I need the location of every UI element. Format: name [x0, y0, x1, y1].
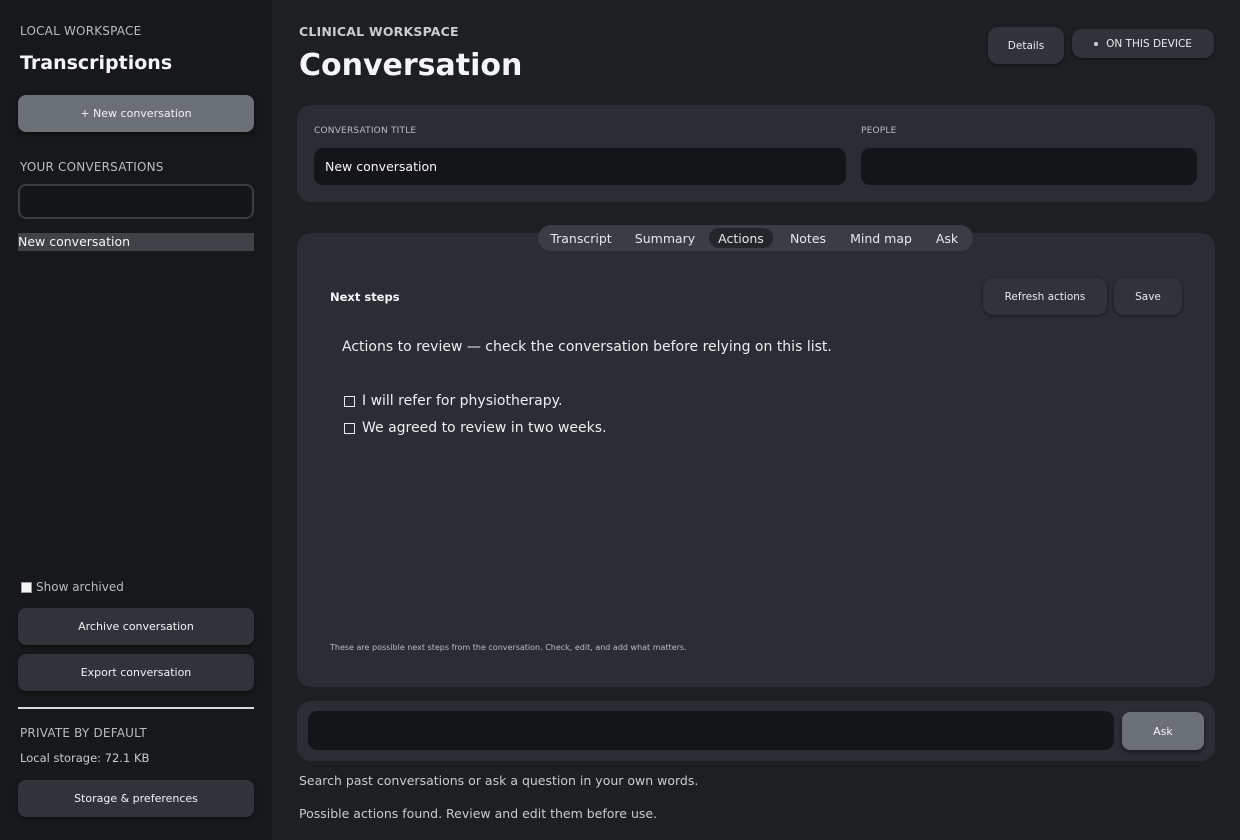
- page-title: Conversation: [299, 48, 523, 83]
- sidebar: LOCAL WORKSPACE Transcriptions + New con…: [0, 0, 272, 840]
- new-conversation-button[interactable]: + New conversation: [18, 95, 254, 132]
- save-button[interactable]: Save: [1114, 278, 1182, 315]
- storage-preferences-button[interactable]: Storage & preferences: [18, 780, 254, 817]
- tab-mind-map[interactable]: Mind map: [843, 225, 919, 251]
- tab-transcript[interactable]: Transcript: [538, 225, 624, 251]
- export-conversation-button[interactable]: Export conversation: [18, 654, 254, 691]
- refresh-actions-button[interactable]: Refresh actions: [983, 278, 1107, 315]
- tab-summary[interactable]: Summary: [626, 225, 704, 251]
- conversation-title-label: CONVERSATION TITLE: [314, 126, 417, 136]
- actions-intro-text: Actions to review — check the conversati…: [342, 339, 832, 355]
- ask-button[interactable]: Ask: [1122, 712, 1204, 750]
- sidebar-divider: [18, 707, 254, 709]
- people-label: PEOPLE: [861, 126, 897, 136]
- actions-hint-text: These are possible next steps from the c…: [330, 643, 687, 652]
- device-status-badge: ON THIS DEVICE: [1072, 29, 1214, 58]
- conversation-title-input[interactable]: New conversation: [314, 148, 846, 185]
- details-button[interactable]: Details: [988, 27, 1064, 64]
- sidebar-eyebrow: LOCAL WORKSPACE: [20, 24, 142, 38]
- sidebar-title: Transcriptions: [20, 52, 173, 74]
- show-archived-label: Show archived: [36, 580, 124, 594]
- device-status-label: ON THIS DEVICE: [1106, 37, 1192, 50]
- ask-input[interactable]: [308, 711, 1114, 750]
- archive-conversation-button[interactable]: Archive conversation: [18, 608, 254, 645]
- ask-helper-text: Search past conversations or ask a quest…: [299, 773, 699, 788]
- tab-actions[interactable]: Actions: [709, 228, 773, 248]
- action-checkbox[interactable]: [344, 422, 355, 434]
- tab-ask[interactable]: Ask: [924, 225, 970, 251]
- action-item[interactable]: We agreed to review in two weeks.: [344, 420, 607, 436]
- your-conversations-heading: YOUR CONVERSATIONS: [20, 160, 164, 174]
- show-archived-checkbox[interactable]: [21, 581, 32, 593]
- tab-bar: Transcript Summary Actions Notes Mind ma…: [538, 225, 973, 251]
- status-message: Possible actions found. Review and edit …: [299, 806, 658, 821]
- action-item[interactable]: I will refer for physiotherapy.: [344, 393, 562, 409]
- action-item-text: We agreed to review in two weeks.: [362, 420, 607, 436]
- next-steps-heading: Next steps: [330, 290, 400, 304]
- tab-notes[interactable]: Notes: [778, 225, 838, 251]
- action-item-text: I will refer for physiotherapy.: [362, 393, 563, 409]
- action-checkbox[interactable]: [344, 395, 355, 407]
- show-archived-toggle[interactable]: Show archived: [21, 580, 124, 594]
- workspace-eyebrow: CLINICAL WORKSPACE: [299, 24, 459, 39]
- people-input[interactable]: [861, 148, 1197, 185]
- local-storage-text: Local storage: 72.1 KB: [20, 751, 150, 765]
- conversation-search-input[interactable]: [18, 184, 254, 219]
- status-dot-icon: [1094, 41, 1099, 46]
- conversation-list-item[interactable]: New conversation: [18, 233, 254, 251]
- private-by-default-label: PRIVATE BY DEFAULT: [20, 726, 147, 740]
